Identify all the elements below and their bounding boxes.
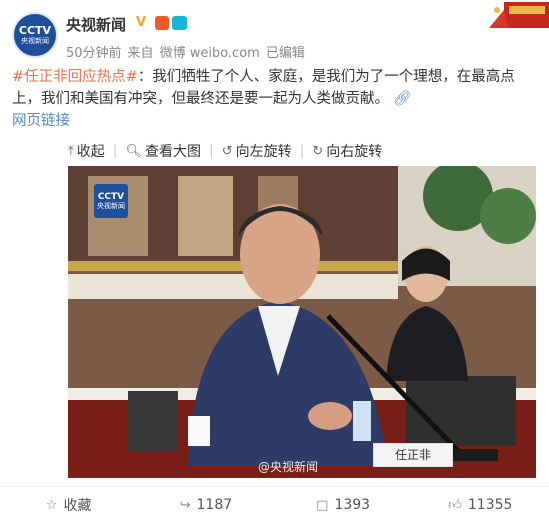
rotate-left-icon: ↺: [221, 143, 233, 159]
verified-v-icon: V: [136, 15, 147, 30]
photo-scene: [68, 166, 536, 478]
footer-divider: [0, 486, 549, 487]
hashtag-link[interactable]: #任正非回应热点#: [12, 69, 138, 85]
post-body: #任正非回应热点#：我们牺牲了个人、家庭，是我们为了一个理想，在最高点上，我们和…: [12, 66, 537, 132]
account-avatar[interactable]: CCTV 央视新闻: [12, 12, 58, 58]
view-large-button[interactable]: 🔍︎ 查看大图: [125, 141, 201, 161]
toolbar-divider: |: [299, 143, 305, 159]
account-name[interactable]: 央视新闻: [66, 14, 126, 35]
avatar-logo-text: CCTV: [18, 23, 52, 37]
photo-logo-subtext: 央视新闻: [97, 201, 125, 210]
rotate-left-label: 向左旋转: [235, 144, 292, 160]
collapse-button[interactable]: ⤒ 收起: [68, 141, 105, 161]
rotate-right-label: 向右旋转: [326, 144, 383, 160]
repost-button[interactable]: ↪ 1187: [137, 497, 274, 513]
edited-label[interactable]: 已编辑: [266, 46, 305, 61]
magnifier-icon: 🔍︎: [125, 143, 142, 159]
comment-count: 1393: [334, 497, 371, 513]
nameplate: 任正非: [373, 443, 453, 467]
image-toolbar: ⤒ 收起 | 🔍︎ 查看大图 | ↺ 向左旋转 | ↻ 向右旋转: [68, 141, 390, 161]
toolbar-divider: |: [208, 143, 214, 159]
source-prefix: 来自: [127, 46, 154, 61]
arrow-up-icon: ⤒: [68, 143, 74, 159]
post-meta: 50分钟前 来自 微博 weibo.com 已编辑: [66, 42, 311, 61]
web-link[interactable]: 网页链接: [12, 110, 537, 132]
favorite-button[interactable]: ☆ 收藏: [0, 495, 137, 515]
star-icon: ☆: [45, 497, 58, 513]
comment-icon: □: [316, 497, 329, 513]
weibo-post-card: CCTV 央视新闻 央视新闻 V 50分钟前 来自 微博 weibo.com 已编辑 …: [0, 0, 549, 522]
repost-icon: ↪: [179, 497, 191, 513]
photo-watermark: @央视新闻: [258, 460, 319, 474]
rotate-left-button[interactable]: ↺ 向左旋转: [222, 141, 292, 161]
collapse-label: 收起: [76, 144, 105, 160]
corner-decoration: [489, 2, 549, 28]
avatar-logo-subtext: 央视新闻: [21, 36, 49, 45]
thumbs-up-icon: 👍︎: [448, 497, 462, 513]
rotate-right-icon: ↻: [312, 143, 324, 159]
post-actions: ☆ 收藏 ↪ 1187 □ 1393 👍︎ 11355: [0, 490, 549, 520]
toolbar-divider: |: [112, 143, 118, 159]
repost-count: 1187: [196, 497, 233, 513]
post-source[interactable]: 微博 weibo.com: [160, 46, 260, 61]
link-icon: 🔗︎: [393, 91, 412, 107]
photo-cctv-logo: CCTV 央视新闻: [94, 184, 128, 218]
like-count: 11355: [467, 497, 513, 513]
comment-button[interactable]: □ 1393: [275, 497, 412, 513]
level-badge-icon: [155, 16, 169, 30]
post-photo[interactable]: CCTV 央视新闻 任正非 @央视新闻: [68, 166, 536, 478]
rotate-right-button[interactable]: ↻ 向右旋转: [312, 141, 382, 161]
member-badge-icon: [172, 16, 187, 30]
like-button[interactable]: 👍︎ 11355: [412, 497, 549, 513]
view-large-label: 查看大图: [144, 144, 201, 160]
post-time[interactable]: 50分钟前: [66, 46, 122, 61]
photo-logo-text: CCTV: [97, 191, 125, 202]
favorite-label: 收藏: [63, 498, 92, 514]
